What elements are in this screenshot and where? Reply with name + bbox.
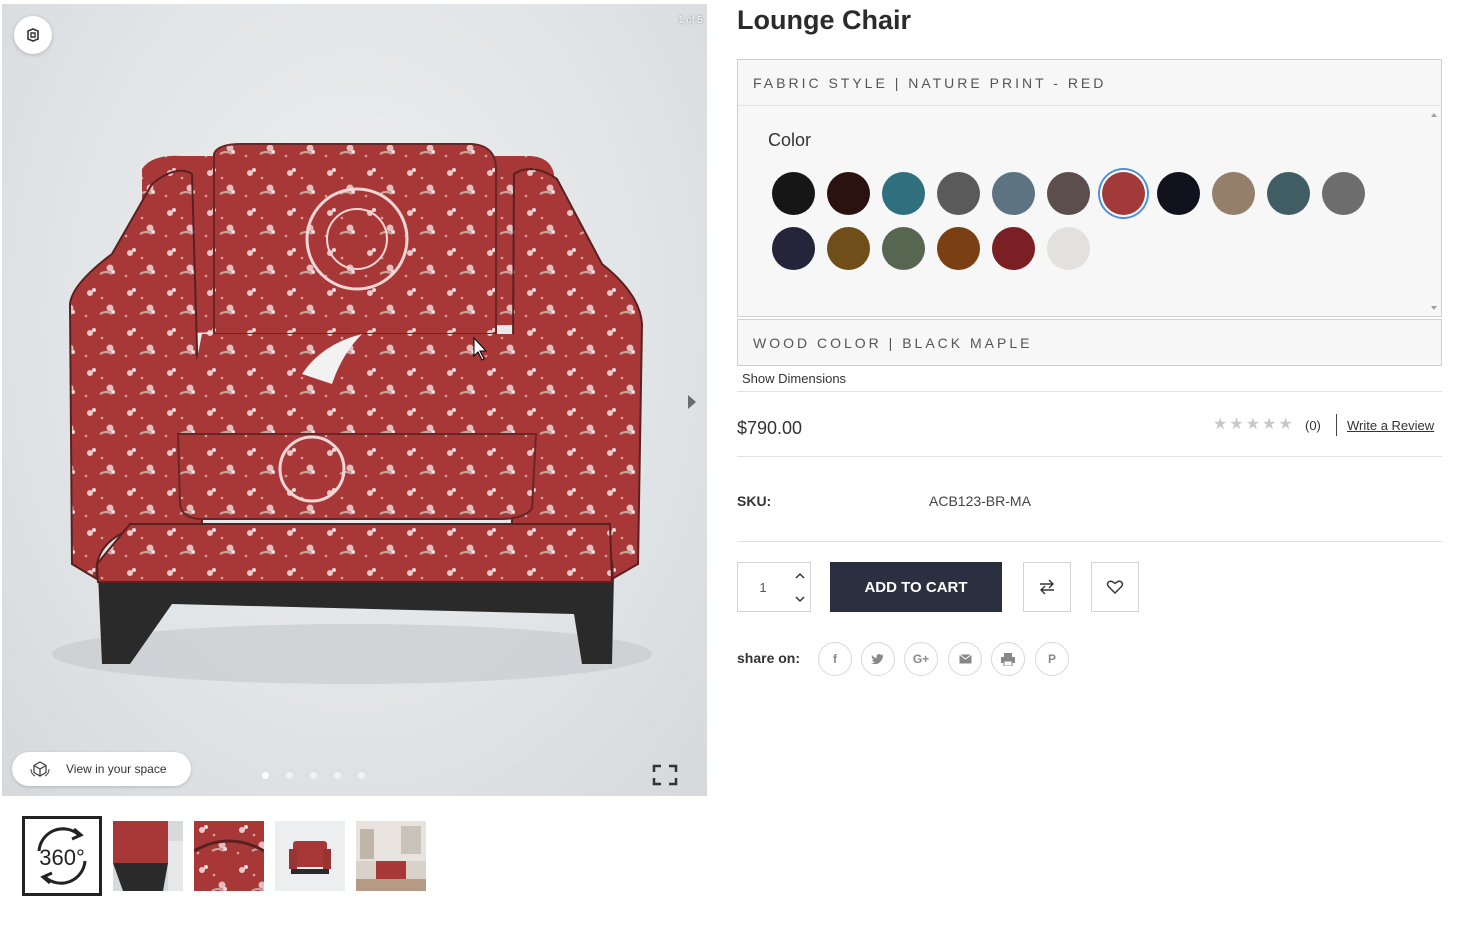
quantity-stepper — [737, 562, 811, 612]
sku-label: SKU: — [737, 493, 772, 509]
fabric-style-panel: FABRIC STYLE | NATURE PRINT - RED Color — [737, 59, 1442, 317]
color-swatch-slate-teal[interactable] — [1267, 172, 1310, 215]
thumbnail-image[interactable] — [194, 821, 264, 891]
thumbnail-360[interactable]: 360° — [22, 816, 102, 896]
divider — [1336, 414, 1337, 436]
sku-value: ACB123-BR-MA — [929, 493, 1031, 509]
quantity-decrease-button[interactable] — [790, 588, 810, 610]
fullscreen-icon[interactable] — [652, 764, 678, 786]
carousel-dot[interactable] — [262, 772, 269, 779]
carousel-dot[interactable] — [334, 772, 341, 779]
product-price: $790.00 — [737, 418, 803, 438]
facebook-icon: f — [833, 652, 837, 666]
share-googleplus-button[interactable]: G+ — [904, 642, 938, 676]
wishlist-button[interactable] — [1091, 562, 1139, 612]
thumbnail-strip: 360° — [22, 816, 426, 896]
thumbnail-image[interactable] — [356, 821, 426, 891]
panel-scrollbar[interactable] — [1427, 106, 1441, 317]
divider — [737, 541, 1442, 542]
color-swatch-rust[interactable] — [937, 227, 980, 270]
product-title: Lounge Chair — [737, 5, 911, 35]
share-pinterest-button[interactable]: P — [1035, 642, 1069, 676]
star-icon: ★ — [1245, 416, 1261, 433]
googleplus-icon: G+ — [912, 652, 930, 666]
divider — [737, 456, 1442, 457]
print-icon — [1001, 652, 1015, 666]
share-print-button[interactable] — [991, 642, 1025, 676]
thumbnail-image[interactable] — [275, 821, 345, 891]
share-email-button[interactable] — [948, 642, 982, 676]
twitter-icon — [871, 654, 884, 665]
share-twitter-button[interactable] — [861, 642, 895, 676]
color-swatch-midnight[interactable] — [772, 227, 815, 270]
heart-icon — [1106, 580, 1124, 594]
color-swatch-blue-nature-print[interactable] — [992, 172, 1035, 215]
rating-stars: ★ ★ ★ ★ ★ — [1213, 417, 1293, 433]
review-count: (0) — [1305, 418, 1321, 433]
chair-image[interactable] — [2, 4, 707, 796]
add-to-cart-button[interactable]: ADD TO CART — [830, 562, 1002, 612]
color-swatch-navy[interactable] — [1157, 172, 1200, 215]
quantity-input[interactable] — [738, 563, 788, 611]
share-label: share on: — [737, 650, 801, 666]
color-swatch-grey-plaid[interactable] — [937, 172, 980, 215]
wood-color-header: WOOD COLOR | BLACK MAPLE — [753, 335, 1033, 351]
color-swatch-taupe[interactable] — [1212, 172, 1255, 215]
color-swatch-sage[interactable] — [882, 227, 925, 270]
show-dimensions-link[interactable]: Show Dimensions — [742, 371, 846, 386]
color-swatch-grey-nature-print[interactable] — [1047, 172, 1090, 215]
carousel-dot[interactable] — [358, 772, 365, 779]
ar-cube-icon — [30, 761, 50, 777]
thumbnail-image[interactable] — [113, 821, 183, 891]
quantity-increase-button[interactable] — [790, 565, 810, 587]
rotate-360-icon: 360° — [37, 827, 87, 885]
image-counter: 1 of 5 — [677, 15, 703, 26]
view-in-space-label: View in your space — [66, 762, 167, 776]
compare-icon — [1040, 579, 1054, 595]
wood-color-panel[interactable]: WOOD COLOR | BLACK MAPLE — [737, 319, 1442, 366]
carousel-dot[interactable] — [310, 772, 317, 779]
carousel-dot[interactable] — [286, 772, 293, 779]
color-options: Color — [738, 105, 1441, 316]
view-in-space-button[interactable]: View in your space — [12, 752, 191, 786]
star-icon: ★ — [1278, 416, 1293, 433]
color-label: Color — [768, 130, 812, 150]
color-swatch-black[interactable] — [772, 172, 815, 215]
viewer-logo-icon[interactable] — [14, 16, 52, 54]
divider — [737, 391, 1442, 392]
chevron-down-icon — [795, 596, 805, 603]
star-icon: ★ — [1213, 416, 1228, 433]
rotate-360-label: 360° — [39, 845, 85, 870]
color-swatch-red-nature-print[interactable] — [1102, 172, 1145, 215]
chevron-up-icon — [795, 572, 805, 579]
star-icon: ★ — [1262, 416, 1277, 433]
email-icon — [958, 654, 972, 664]
color-swatch-grey[interactable] — [1322, 172, 1365, 215]
next-arrow-icon[interactable] — [685, 392, 699, 412]
color-swatch-white-nature-print[interactable] — [1047, 227, 1090, 270]
pinterest-icon: P — [1047, 652, 1056, 666]
color-swatch-dark-brown[interactable] — [827, 172, 870, 215]
color-swatch-teal-plaid[interactable] — [882, 172, 925, 215]
star-icon: ★ — [1229, 416, 1244, 433]
fabric-style-header[interactable]: FABRIC STYLE | NATURE PRINT - RED — [753, 75, 1106, 91]
write-review-link[interactable]: Write a Review — [1347, 418, 1434, 433]
share-facebook-button[interactable]: f — [818, 642, 852, 676]
color-swatch-olive-brown[interactable] — [827, 227, 870, 270]
color-swatch-red-plaid[interactable] — [992, 227, 1035, 270]
compare-button[interactable] — [1023, 562, 1071, 612]
product-viewer[interactable]: 1 of 5 View in your space — [2, 4, 707, 796]
carousel-dots — [262, 772, 365, 779]
